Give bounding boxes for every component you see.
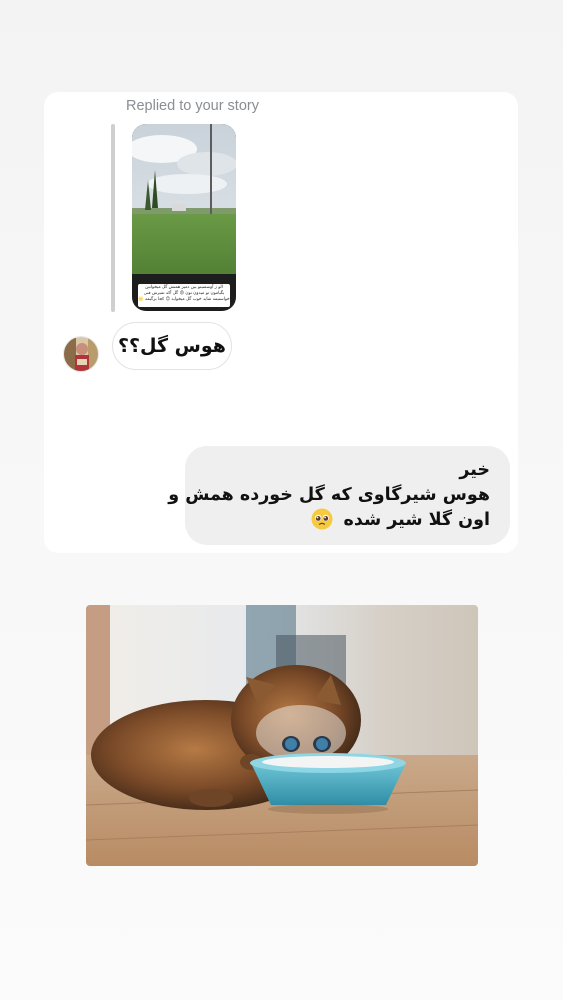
replied-to-story-label: Replied to your story [126,98,259,114]
outgoing-message-line: اون گلا شیر شده [343,510,490,530]
avatar[interactable] [63,336,99,372]
outgoing-message-line: خیر [459,460,490,480]
outgoing-message-line: هوس شیرگاوی که گل خورده همش و [168,485,490,505]
kitten-photo[interactable] [86,605,478,866]
story-caption-text: الو ژ آوسمنیتو بین دمیر همتش گل میخواتین… [138,284,230,307]
avatar-image [64,337,98,371]
kitten-photo-image [86,605,478,866]
outgoing-message-bubble[interactable]: خیر هوس شیرگاوی که گل خورده همش و اون گل… [168,446,510,545]
story-thumbnail-image [132,124,236,311]
reply-quote-bar [111,124,115,312]
story-thumbnail[interactable]: الو ژ آوسمنیتو بین دمیر همتش گل میخواتین… [132,124,236,311]
pleading-face-icon [311,508,333,530]
incoming-message-bubble[interactable]: هوس گل؟؟ [112,322,232,370]
incoming-message-text: هوس گل؟؟ [118,335,226,357]
